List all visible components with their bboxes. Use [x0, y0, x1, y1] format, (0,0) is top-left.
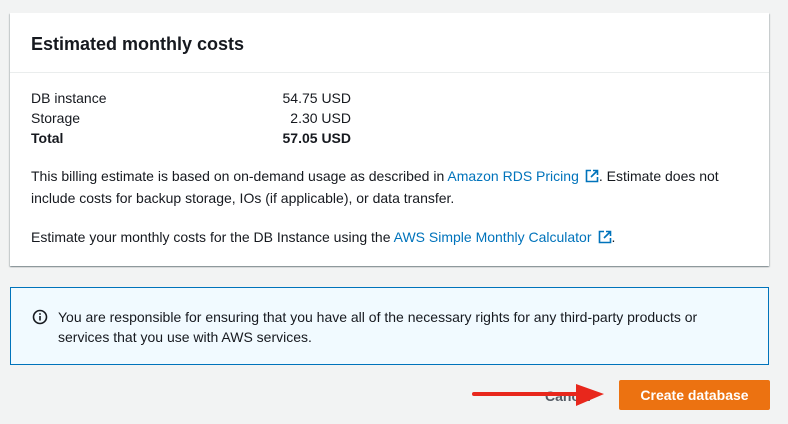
annotation-arrow: [472, 384, 604, 406]
cost-value: 54.75 USD: [282, 90, 351, 106]
estimated-costs-panel: Estimated monthly costs DB instance 54.7…: [10, 13, 769, 266]
calc-text: Estimate your monthly costs for the DB I…: [31, 229, 394, 245]
cost-label: Storage: [31, 110, 81, 126]
alert-message: You are responsible for ensuring that yo…: [58, 309, 698, 345]
cost-row-storage: Storage 2.30 USD: [31, 108, 351, 128]
calculator-note: Estimate your monthly costs for the DB I…: [31, 227, 751, 249]
cost-value: 57.05 USD: [282, 130, 351, 146]
billing-text: This billing estimate is based on on-dem…: [31, 168, 448, 184]
panel-header: Estimated monthly costs: [10, 13, 769, 73]
external-link-icon: [585, 168, 599, 188]
cost-label: Total: [31, 130, 64, 146]
cost-row-total: Total 57.05 USD: [31, 128, 351, 148]
cost-row-db-instance: DB instance 54.75 USD: [31, 88, 351, 108]
monthly-calculator-link[interactable]: AWS Simple Monthly Calculator: [394, 229, 612, 245]
cost-table: DB instance 54.75 USD Storage 2.30 USD T…: [31, 88, 351, 148]
rds-pricing-link-label: Amazon RDS Pricing: [447, 168, 579, 184]
external-link-icon: [598, 229, 612, 249]
info-alert: You are responsible for ensuring that yo…: [10, 287, 769, 365]
rds-pricing-link[interactable]: Amazon RDS Pricing: [447, 168, 599, 184]
billing-estimate-note: This billing estimate is based on on-dem…: [31, 166, 751, 208]
monthly-calculator-link-label: AWS Simple Monthly Calculator: [393, 229, 592, 245]
info-icon: [32, 309, 48, 330]
cost-label: DB instance: [31, 90, 107, 106]
cost-value: 2.30 USD: [290, 110, 351, 126]
panel-title: Estimated monthly costs: [31, 34, 245, 54]
create-database-button[interactable]: Create database: [619, 380, 770, 410]
calc-text-end: .: [611, 229, 616, 245]
